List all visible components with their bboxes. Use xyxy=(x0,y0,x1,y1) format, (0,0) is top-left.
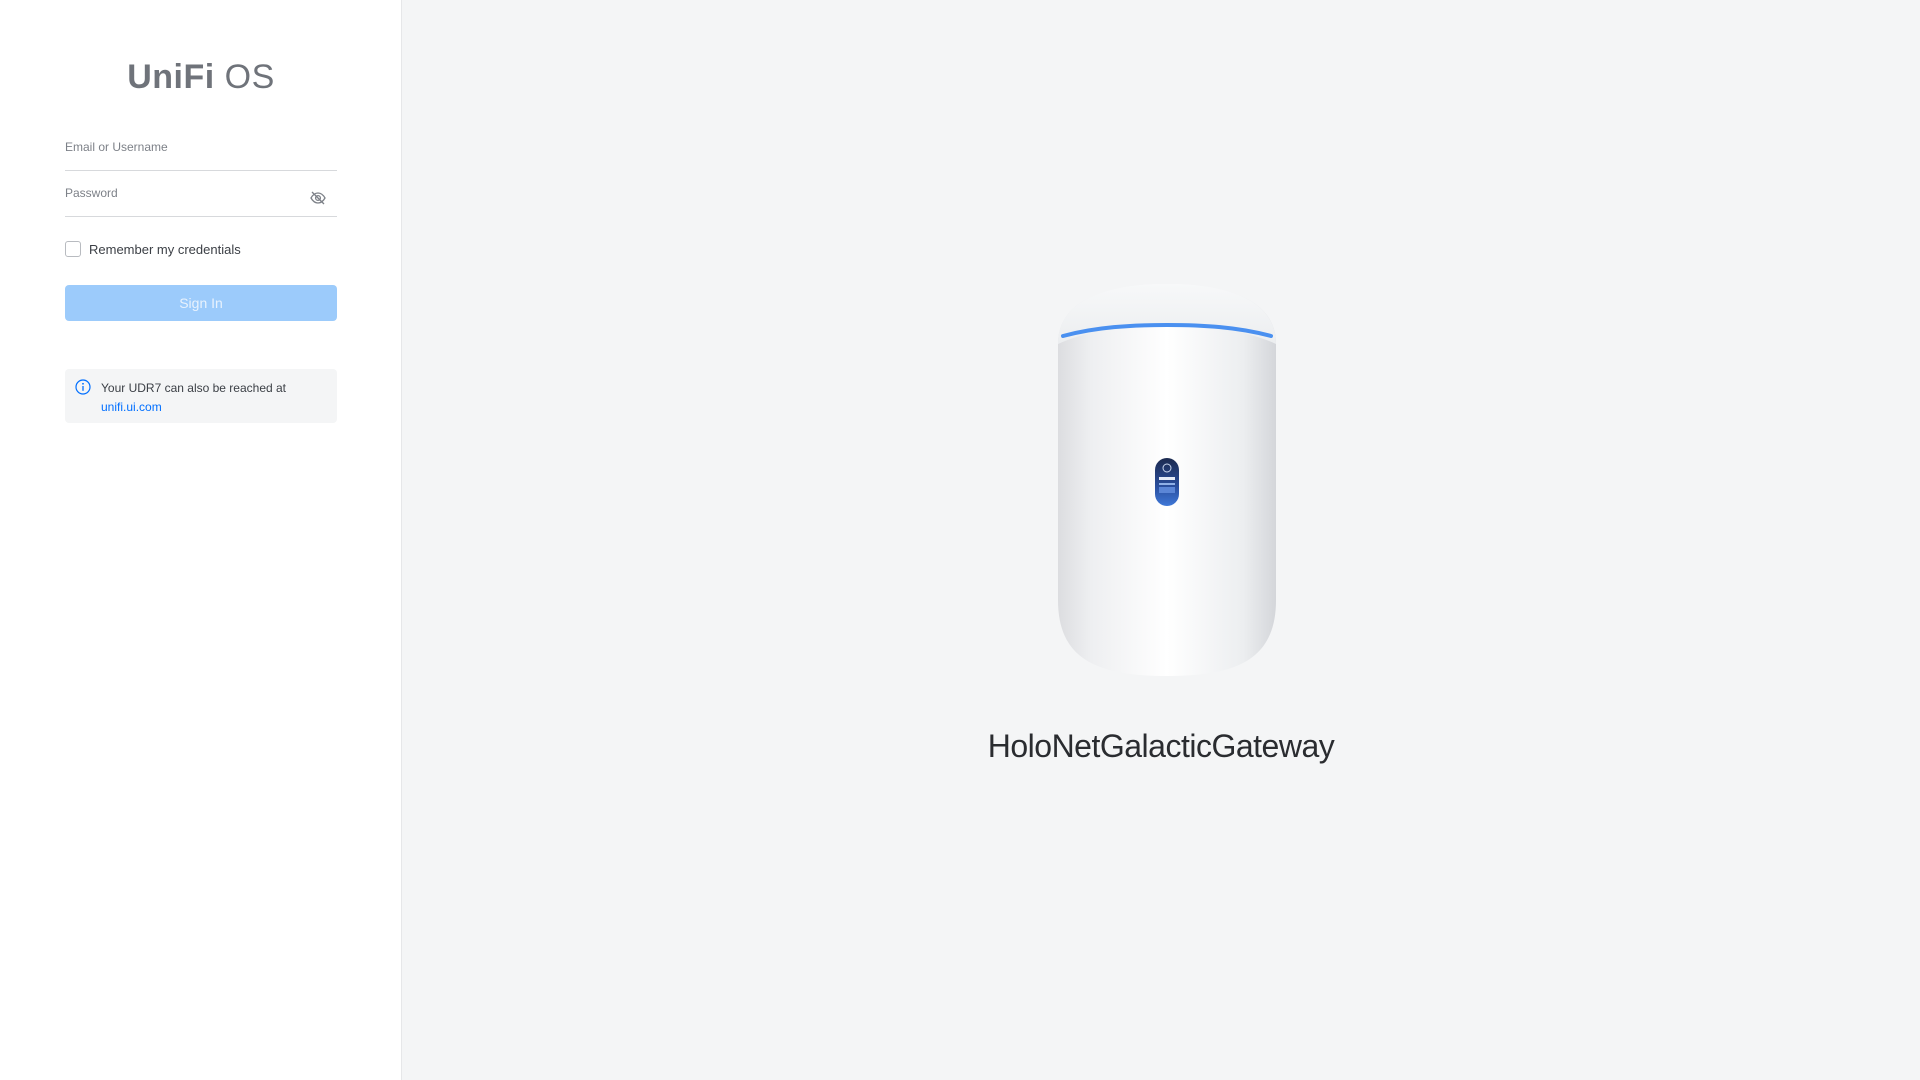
notice-text: Your UDR7 can also be reached at xyxy=(101,381,287,395)
gateway-device-image xyxy=(1058,284,1276,676)
login-panel: UniFi OS Email or Username Password Reme… xyxy=(0,0,402,1080)
remember-label: Remember my credentials xyxy=(89,241,241,257)
device-name: HoloNetGalacticGateway xyxy=(987,728,1335,764)
password-input[interactable] xyxy=(65,200,337,220)
username-label: Email or Username xyxy=(65,140,168,154)
hide-password-icon[interactable] xyxy=(309,189,327,207)
reachability-notice: Your UDR7 can also be reached at unifi.u… xyxy=(65,369,337,423)
device-hero: HoloNetGalacticGateway xyxy=(402,0,1920,1080)
unifi-cloud-link[interactable]: unifi.ui.com xyxy=(101,398,327,417)
unifi-os-logo: UniFi OS xyxy=(0,58,402,97)
username-field[interactable]: Email or Username xyxy=(65,140,337,174)
logo-unifi: UniFi xyxy=(127,58,215,96)
info-icon xyxy=(75,379,91,395)
sign-in-button[interactable]: Sign In xyxy=(65,285,337,321)
logo-os: OS xyxy=(224,58,275,96)
password-field[interactable]: Password xyxy=(65,186,337,220)
password-label: Password xyxy=(65,186,118,200)
username-input[interactable] xyxy=(65,154,337,174)
remember-checkbox[interactable] xyxy=(65,241,81,257)
remember-credentials[interactable]: Remember my credentials xyxy=(65,241,241,257)
login-layout: UniFi OS Email or Username Password Reme… xyxy=(0,0,1920,1080)
